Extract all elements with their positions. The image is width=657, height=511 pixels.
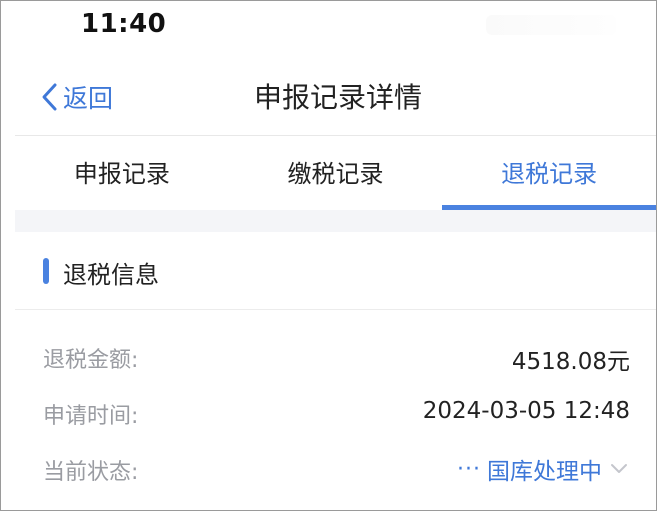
apply-time-label: 申请时间:	[43, 404, 139, 429]
refund-amount-label: 退税金额:	[43, 348, 139, 373]
current-status-row: 当前状态: ··· 国库处理中	[43, 450, 630, 490]
tab-declaration-records[interactable]: 申报记录	[15, 136, 229, 208]
section-header: 退税信息	[15, 232, 656, 310]
status-expand-button[interactable]: ··· 国库处理中	[457, 452, 630, 486]
status-time: 11:40	[81, 9, 167, 39]
navigation-bar: 返回 申报记录详情	[15, 59, 656, 136]
status-bar: 11:40	[1, 1, 656, 53]
screen: 11:40 返回 申报记录详情 申报记录 缴税记录 退税记录 退税信息 退税金额…	[0, 0, 657, 511]
status-dots: ···	[457, 456, 481, 482]
refund-amount-row: 退税金额: 4518.08元	[43, 338, 630, 378]
refund-amount-value: 4518.08元	[511, 349, 630, 375]
current-status-value: 国库处理中	[487, 459, 602, 485]
tab-refund-records[interactable]: 退税记录	[442, 136, 656, 210]
status-indicators	[486, 15, 616, 35]
tab-label: 申报记录	[73, 160, 170, 188]
section-title: 退税信息	[63, 261, 159, 289]
apply-time-row: 申请时间: 2024-03-05 12:48	[43, 394, 630, 434]
page-title: 申报记录详情	[253, 81, 422, 114]
tab-payment-records[interactable]: 缴税记录	[229, 136, 443, 208]
section-divider	[15, 210, 656, 232]
current-status-label: 当前状态:	[43, 460, 139, 485]
refund-info-section: 退税信息 退税金额: 4518.08元 申请时间: 2024-03-05 12:…	[15, 232, 656, 510]
tab-label: 缴税记录	[287, 160, 384, 188]
tab-bar: 申报记录 缴税记录 退税记录	[15, 136, 656, 210]
tab-label: 退税记录	[501, 160, 598, 188]
section-accent-bar	[43, 258, 49, 284]
apply-time-value: 2024-03-05 12:48	[422, 398, 630, 424]
chevron-down-icon	[608, 458, 630, 480]
